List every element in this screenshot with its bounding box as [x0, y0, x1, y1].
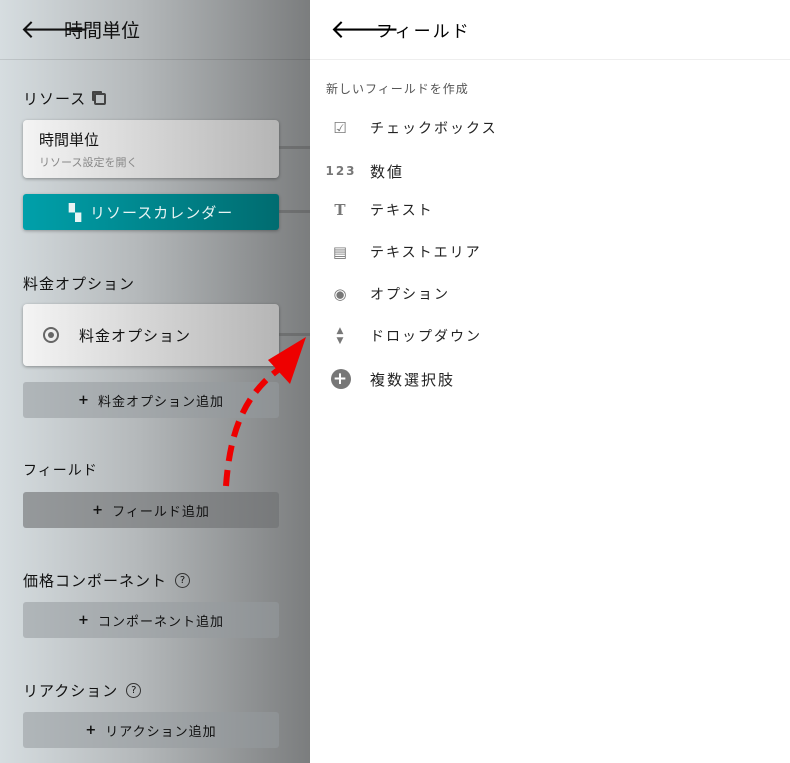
red-dashed-arrow: [223, 337, 306, 487]
arrow-head-icon: [268, 337, 306, 384]
arrow-shaft: [223, 367, 280, 487]
